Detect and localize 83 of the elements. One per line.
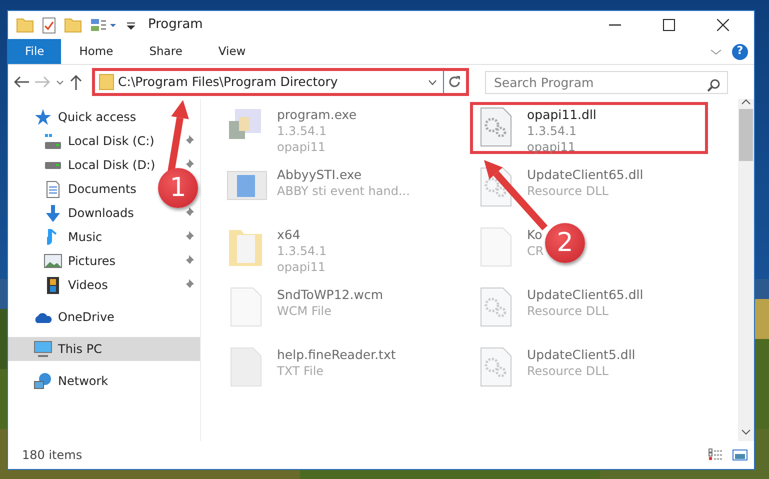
nav-item[interactable]: Music [8,225,200,249]
file-detail: TXT File [277,363,325,379]
close-icon[interactable] [717,19,729,31]
file-detail: 1.3.54.1 [277,243,327,259]
file-item[interactable]: program.exe 1.3.54.1 opapi11 [223,105,361,157]
nav-item[interactable]: Quick access [8,105,142,129]
maximize-icon[interactable] [663,19,675,31]
file-item[interactable]: opapi11.dll 1.3.54.1 opapi11 [470,102,708,154]
back-icon[interactable] [14,76,29,88]
ribbon-tab[interactable]: Home [61,39,132,64]
file-item[interactable]: Ko CR [473,225,548,277]
nav-item[interactable]: Videos [8,273,200,297]
file-item[interactable]: UpdateClient65.dll Resource DLL [473,285,648,337]
file-name: SndToWP12.wcm [277,287,383,303]
address-path: C:\Program Files\Program Directory [117,72,339,91]
file-item[interactable]: help.fineReader.txt TXT File [223,345,400,397]
nav-item[interactable]: OneDrive [8,305,120,329]
file-name: UpdateClient65.dll [527,287,644,303]
document-icon [46,180,60,198]
ribbon-tab[interactable]: Share [131,39,200,64]
up-icon[interactable] [70,74,82,90]
monitor-icon [34,341,52,357]
drive-icon [44,134,62,148]
file-detail: opapi11 [277,139,327,155]
network-icon [34,373,52,389]
minimize-icon[interactable] [609,24,621,26]
file-name: x64 [277,227,302,243]
picture-icon [44,254,62,268]
file-item[interactable]: AbbyySTI.exe ABBY sti event hand... [223,165,414,217]
nav-item[interactable]: Network [8,369,114,393]
nav-item[interactable]: Documents [8,177,142,201]
file-name: AbbyySTI.exe [277,167,363,183]
file-item[interactable]: UpdateClient65.dll Resource DLL [473,165,648,217]
download-icon [45,204,61,222]
file-item[interactable]: SndToWP12.wcm WCM File [223,285,387,337]
file-detail: Resource DLL [527,303,610,319]
file-name: opapi11.dll [527,107,596,123]
scrollbar[interactable] [738,99,754,441]
chevron-icon[interactable] [710,48,722,54]
item-count: 180 items [22,447,82,464]
properties-icon[interactable] [42,16,56,34]
file-name: program.exe [277,107,357,123]
drive-icon [44,162,62,168]
file-detail: CR [527,243,544,259]
nav-item[interactable]: Local Disk (C:) [8,129,200,153]
file-detail: opapi11 [277,259,327,275]
nav-item[interactable]: This PC [8,337,200,361]
nav-item[interactable]: Pictures [8,249,200,273]
music-note-icon [47,228,59,246]
scrollbar-thumb[interactable] [739,109,753,161]
file-name: Ko [527,227,544,243]
refresh-icon[interactable] [449,76,461,88]
scroll-up-icon[interactable] [741,99,751,105]
help-button[interactable]: ? [732,44,748,60]
file-detail: opapi11 [527,139,577,155]
film-icon [47,276,59,294]
file-detail: Resource DLL [527,183,610,199]
file-detail: Resource DLL [527,363,610,379]
file-detail: WCM File [277,303,332,319]
scroll-down-icon[interactable] [741,429,751,435]
tiles-view-icon[interactable] [732,448,748,462]
dropdown-caret-icon[interactable] [428,80,437,84]
file-name: UpdateClient65.dll [527,167,644,183]
ribbon-tab[interactable]: View [200,39,264,64]
view-icon[interactable] [90,16,118,34]
file-name: help.fineReader.txt [277,347,396,363]
folder-icon [99,74,114,90]
folder-icon [16,16,34,34]
search-icon[interactable] [707,78,720,92]
details-view-icon[interactable] [708,448,724,462]
file-name: UpdateClient5.dll [527,347,636,363]
star-icon [34,108,52,126]
file-detail: 1.3.54.1 [277,123,328,139]
window-title: Program [148,16,203,34]
cloud-icon [34,312,52,322]
file-detail: 1.3.54.1 [527,123,578,139]
file-item[interactable]: x64 1.3.54.1 opapi11 [223,225,331,277]
file-detail: ABBY sti event hand... [277,183,410,199]
file-item[interactable]: UpdateClient5.dll Resource DLL [473,345,640,397]
ribbon-tab[interactable]: File [8,39,62,64]
address-bar[interactable]: C:\Program Files\Program Directory [92,68,469,96]
search-field[interactable]: Search Program [485,70,728,94]
caret-icon[interactable] [56,80,64,84]
